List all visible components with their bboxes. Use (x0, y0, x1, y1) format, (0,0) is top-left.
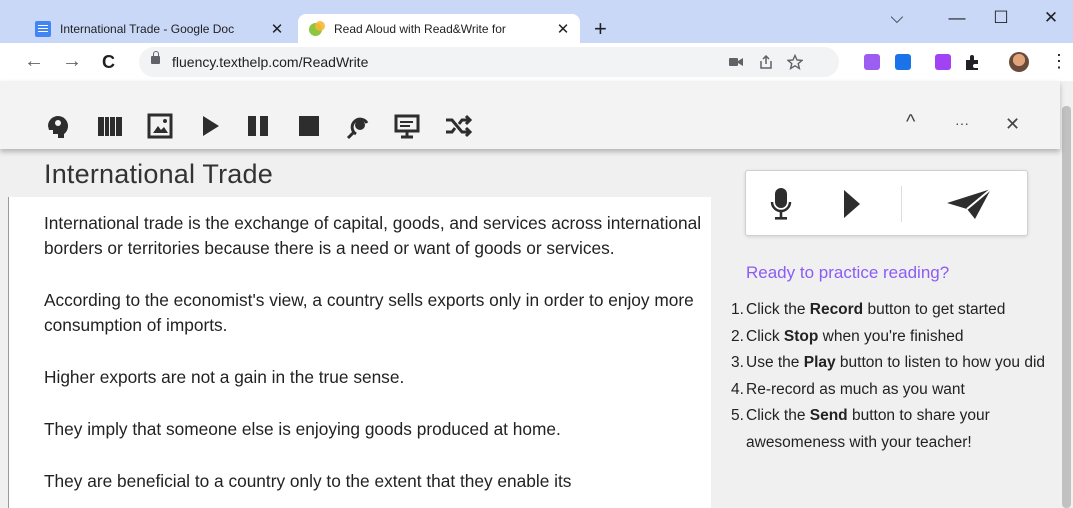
step-text: button to listen to how you did (835, 354, 1046, 371)
practice-heading: Ready to practice reading? (746, 263, 950, 282)
extension-icon[interactable] (864, 54, 880, 70)
scrollbar-thumb[interactable] (1062, 106, 1071, 508)
pause-tool[interactable] (243, 111, 273, 141)
microphone-icon (770, 188, 792, 220)
address-bar[interactable]: fluency.texthelp.com/ReadWrite (139, 47, 839, 77)
new-tab-button[interactable]: + (594, 18, 607, 40)
instruction-list: 1. Click the Record button to get started… (731, 297, 1051, 456)
more-button[interactable]: ··· (955, 115, 969, 131)
paragraph: According to the economist's view, a cou… (44, 290, 694, 335)
step-keyword: Stop (783, 327, 819, 345)
practice-controls (745, 170, 1028, 236)
google-docs-icon (35, 20, 51, 37)
extension-icon[interactable] (935, 54, 951, 70)
record-button[interactable] (764, 185, 798, 223)
step-keyword: Record (809, 301, 864, 318)
step-keyword: Send (809, 407, 848, 424)
step-text: when you're finished (818, 327, 964, 345)
play-icon (844, 190, 860, 218)
speak-tool[interactable] (43, 111, 73, 141)
list-item: 2. Click Stop when you're finished (731, 324, 1051, 351)
page-content: International Trade International trade … (0, 149, 1060, 508)
paragraph: They imply that someone else is enjoying… (44, 419, 561, 439)
extension-icon[interactable] (895, 54, 911, 70)
paragraph: Higher exports are not a gain in the tru… (44, 367, 405, 387)
menu-button[interactable]: ⋮ (1050, 51, 1068, 71)
forward-button[interactable]: → (62, 50, 82, 72)
step-text: Use the (746, 354, 804, 371)
step-text: Re-record as much as you want (746, 380, 965, 398)
voice-note-icon (346, 117, 369, 140)
list-item: 3. Use the Play button to listen to how y… (731, 350, 1051, 377)
step-number: 5. (731, 407, 744, 424)
dictionary-icon (98, 117, 122, 136)
browser-toolbar: ← → C fluency.texthelp.com/ReadWrite ⋮ (0, 43, 1073, 81)
scrollbar[interactable] (1060, 81, 1073, 508)
tab-title: Read Aloud with Read&Write for (334, 21, 506, 36)
step-text: button to get started (863, 301, 1006, 318)
stop-icon (299, 116, 319, 136)
voice-note-tool[interactable] (344, 111, 374, 141)
step-text: Click the (746, 407, 810, 424)
play-button[interactable] (838, 185, 866, 223)
step-number: 2. (731, 327, 744, 345)
readwrite-toolbar: ^ ··· ✕ (0, 81, 1060, 149)
back-button[interactable]: ← (24, 50, 44, 72)
reload-button[interactable]: C (102, 51, 115, 73)
lock-icon[interactable] (151, 51, 160, 64)
maximize-button[interactable]: ☐ (981, 8, 1021, 28)
camera-icon[interactable] (729, 57, 743, 67)
picture-dictionary-tool[interactable] (145, 111, 175, 141)
step-number: 3. (731, 354, 744, 371)
step-text: Click (746, 327, 784, 345)
minimize-button[interactable]: — (937, 8, 977, 28)
step-keyword: Play (803, 354, 836, 371)
tab-search-button[interactable]: ⌵ (877, 8, 917, 28)
list-item: 4. Re-record as much as you want (731, 377, 1051, 404)
avatar[interactable] (1009, 52, 1029, 72)
close-toolbar-button[interactable]: ✕ (1005, 114, 1020, 135)
tab-read-aloud[interactable]: Read Aloud with Read&Write for ✕ (298, 14, 580, 43)
step-number: 1. (731, 301, 744, 318)
dictionary-tool[interactable] (95, 111, 125, 141)
rewordify-tool[interactable] (443, 111, 473, 141)
screenshot-reader-tool[interactable] (392, 111, 422, 141)
close-window-button[interactable]: ✕ (1031, 8, 1071, 28)
send-button[interactable] (944, 185, 994, 223)
list-item: 5. Click the Send button to share your aw… (731, 403, 1051, 456)
play-tool[interactable] (195, 111, 225, 141)
step-text: Click the (746, 301, 810, 318)
rewordify-icon (446, 114, 472, 138)
picture-dictionary-icon (147, 113, 173, 139)
tab-strip: International Trade - Google Doc ✕ Read … (0, 0, 1073, 43)
stop-tool[interactable] (294, 111, 324, 141)
divider (901, 186, 902, 222)
reading-passage: International trade is the exchange of c… (8, 197, 711, 508)
share-icon[interactable] (758, 54, 774, 70)
pause-icon (248, 116, 268, 136)
tab-title: International Trade - Google Doc (60, 21, 235, 36)
screenshot-reader-icon (394, 114, 420, 139)
readwrite-icon (309, 20, 325, 37)
step-number: 4. (731, 380, 744, 398)
page-title: International Trade (44, 159, 273, 189)
tab-google-docs[interactable]: International Trade - Google Doc ✕ (24, 14, 294, 43)
url-text[interactable]: fluency.texthelp.com/ReadWrite (172, 54, 368, 70)
paragraph: International trade is the exchange of c… (44, 213, 702, 258)
play-icon (203, 116, 219, 136)
speak-icon (48, 116, 68, 138)
collapse-button[interactable]: ^ (906, 111, 915, 134)
close-tab-icon[interactable]: ✕ (552, 20, 574, 38)
paragraph: They are beneficial to a country only to… (44, 471, 572, 491)
list-item: 1. Click the Record button to get started (731, 297, 1051, 324)
send-icon (947, 188, 992, 219)
close-tab-icon[interactable]: ✕ (266, 20, 288, 38)
puzzle-icon[interactable] (964, 54, 981, 71)
star-icon[interactable] (787, 54, 803, 70)
